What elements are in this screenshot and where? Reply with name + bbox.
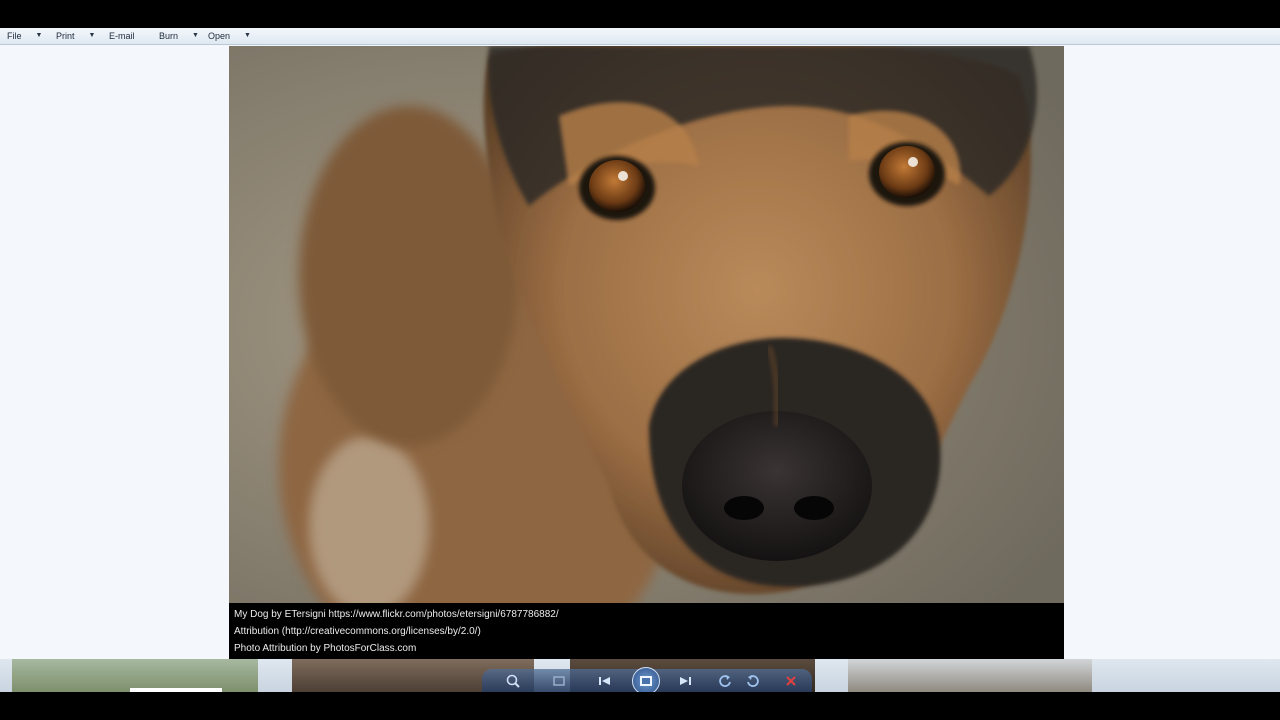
menu-email-label: E-mail [109, 31, 135, 41]
chevron-down-icon: ▼ [244, 32, 251, 39]
thumbnail-strip [0, 659, 1280, 692]
delete-button[interactable] [780, 671, 802, 691]
next-button[interactable] [674, 671, 696, 691]
slideshow-icon [640, 676, 652, 686]
image-viewer-area: My Dog by ETersigni https://www.flickr.c… [0, 45, 1280, 659]
menu-file-label: File [7, 31, 22, 41]
menu-bar: File ▼ Print ▼ E-mail Burn ▼ Open ▼ [0, 28, 1280, 45]
menu-print[interactable]: Print ▼ [56, 28, 95, 44]
next-icon [680, 677, 691, 685]
caption-line-1: My Dog by ETersigni https://www.flickr.c… [234, 609, 559, 620]
menu-open[interactable]: Open ▼ [208, 28, 251, 44]
photo-caption: My Dog by ETersigni https://www.flickr.c… [229, 603, 1064, 659]
rotate-counterclockwise-button[interactable] [714, 671, 736, 691]
rotate-counterclockwise-icon [719, 675, 731, 687]
slideshow-button[interactable] [632, 667, 660, 692]
dog-photo-drawing [229, 46, 1064, 603]
chevron-down-icon: ▼ [35, 32, 43, 39]
menu-file[interactable]: File ▼ [7, 28, 42, 44]
viewer-controls [482, 667, 812, 692]
actual-size-icon [553, 676, 565, 686]
delete-icon [786, 676, 796, 686]
chevron-down-icon: ▼ [88, 32, 96, 39]
caption-line-2: Attribution (http://creativecommons.org/… [234, 626, 481, 637]
previous-button[interactable] [594, 671, 616, 691]
chevron-down-icon: ▼ [192, 32, 199, 39]
menu-print-label: Print [56, 31, 75, 41]
caption-line-3: Photo Attribution by PhotosForClass.com [234, 643, 417, 654]
rotate-clockwise-button[interactable] [742, 671, 764, 691]
top-black-border [0, 0, 1280, 28]
zoom-button[interactable] [502, 671, 524, 691]
menu-email[interactable]: E-mail [109, 28, 135, 44]
previous-icon [599, 677, 610, 685]
dog-photo [229, 46, 1064, 603]
menu-burn-label: Burn [159, 31, 179, 41]
thumbnail-image[interactable] [848, 659, 1092, 692]
menu-burn[interactable]: Burn ▼ [159, 28, 199, 44]
actual-size-button[interactable] [548, 671, 570, 691]
rotate-clockwise-icon [747, 675, 759, 687]
zoom-icon [506, 674, 520, 688]
bottom-black-border [0, 692, 1280, 720]
menu-open-label: Open [208, 31, 231, 41]
